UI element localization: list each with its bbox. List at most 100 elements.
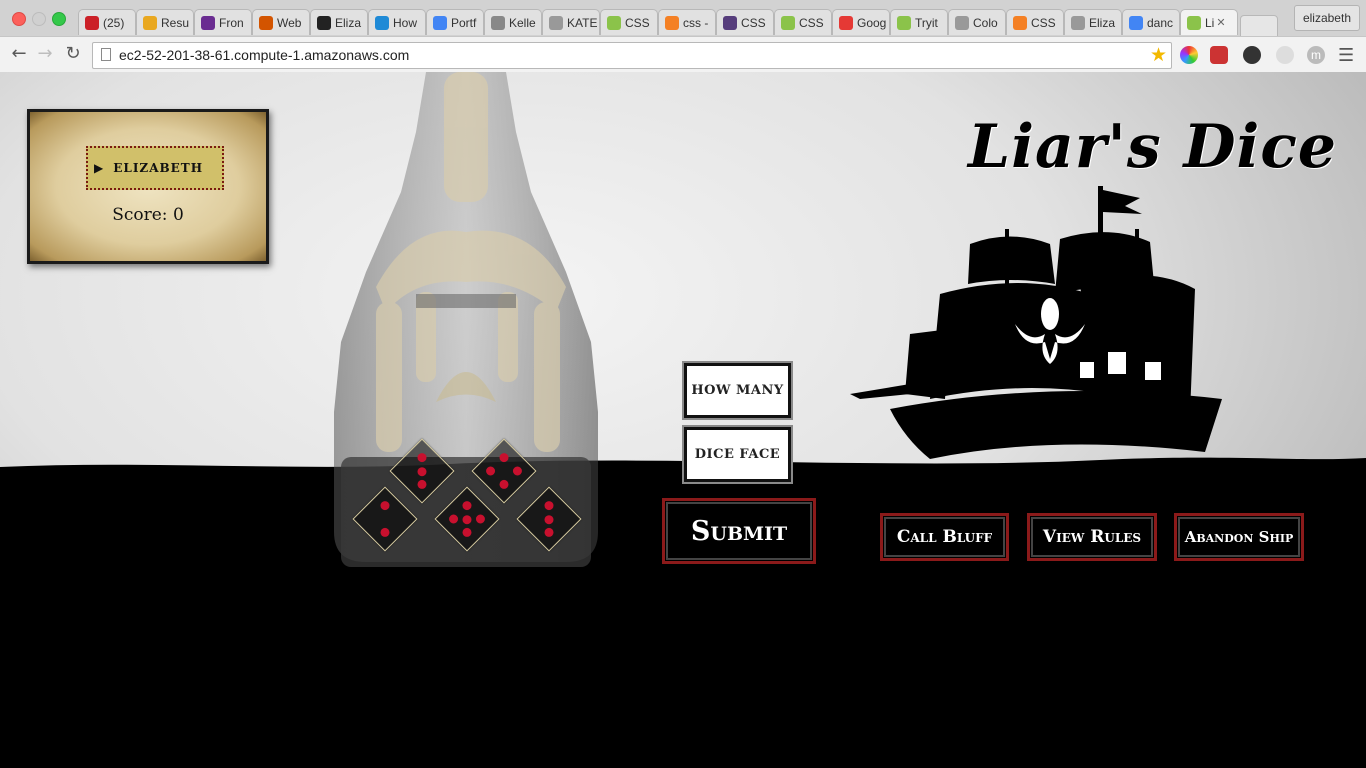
die-pip xyxy=(460,499,474,512)
tab-label: Portf xyxy=(451,15,477,30)
grid-icon xyxy=(259,15,273,30)
browser-tab[interactable]: Goog xyxy=(832,9,890,35)
browser-tab[interactable]: CSS xyxy=(1006,9,1064,35)
kr-icon xyxy=(491,15,505,30)
bus-extension-icon[interactable] xyxy=(1210,46,1228,64)
m-extension-icon[interactable]: m xyxy=(1307,46,1325,64)
die-pip xyxy=(497,451,511,464)
new-tab-button[interactable] xyxy=(1240,15,1278,37)
page-icon xyxy=(549,15,563,30)
pinterest-icon xyxy=(85,15,99,30)
tab-label: How xyxy=(393,15,418,30)
play-arrow-icon: ▶ xyxy=(94,161,104,175)
tab-label: Colo xyxy=(973,15,998,30)
browser-tab[interactable]: Fron xyxy=(194,9,252,35)
die-pip xyxy=(460,512,474,526)
browser-tab[interactable]: Portf xyxy=(426,9,484,35)
die-pip xyxy=(511,464,524,478)
tab-label: css - xyxy=(683,15,709,30)
tab-label: Web xyxy=(277,15,302,30)
avatar-extension-icon[interactable] xyxy=(1243,46,1261,64)
url-text[interactable]: ec2-52-201-38-61.compute-1.amazonaws.com xyxy=(119,43,409,68)
tab-close-icon[interactable]: ✕ xyxy=(1216,16,1225,29)
browser-tab[interactable]: CSS xyxy=(716,9,774,35)
browser-tab[interactable]: CSS xyxy=(774,9,832,35)
page-icon xyxy=(101,48,111,61)
window-close-button[interactable] xyxy=(12,12,26,26)
bookmark-star-icon[interactable]: ★ xyxy=(1150,44,1167,66)
browser-tab[interactable]: Web xyxy=(252,9,310,35)
die-pip xyxy=(378,499,392,512)
browser-toolbar: ← → ↻ ec2-52-201-38-61.compute-1.amazona… xyxy=(0,36,1366,73)
profile-button[interactable]: elizabeth xyxy=(1293,5,1360,31)
how-many-input[interactable]: HOW MANY xyxy=(682,361,793,420)
bootstrap-icon xyxy=(723,15,737,30)
sitepoint-icon xyxy=(375,15,389,30)
sync-extension-icon[interactable] xyxy=(1276,46,1294,64)
stackoverflow-icon xyxy=(665,15,679,30)
abandon-ship-button[interactable]: Abandon Ship xyxy=(1174,513,1304,561)
browser-tab[interactable]: css - xyxy=(658,9,716,35)
reload-icon[interactable]: ↻ xyxy=(62,43,84,65)
page-icon xyxy=(955,15,969,30)
browser-chrome: (25) Resu Fron Web Eliza How Portf Kelle KATE CSS… xyxy=(0,0,1366,73)
view-rules-button[interactable]: View Rules xyxy=(1027,513,1157,561)
fonts-icon xyxy=(839,15,853,30)
back-arrow-icon[interactable]: ← xyxy=(8,43,30,65)
stackoverflow-icon xyxy=(1013,15,1027,30)
leaf-icon xyxy=(1187,15,1201,30)
game-title: Liar's Dice xyxy=(968,112,1338,182)
browser-tab[interactable]: Eliza xyxy=(1064,9,1122,35)
player-score: Score: 0 xyxy=(112,205,184,225)
tab-label: Tryit xyxy=(915,15,938,30)
window-minimize-button[interactable] xyxy=(32,12,46,26)
tab-strip: (25) Resu Fron Web Eliza How Portf Kelle KATE CSS… xyxy=(0,0,1366,37)
google-icon xyxy=(1129,15,1143,30)
browser-tab[interactable]: Li ✕ xyxy=(1180,9,1238,35)
browser-tab[interactable]: Colo xyxy=(948,9,1006,35)
browser-tab[interactable]: danc xyxy=(1122,9,1180,35)
tab-label: Eliza xyxy=(1089,15,1116,30)
color-picker-extension-icon[interactable] xyxy=(1180,46,1198,64)
die-pip xyxy=(378,526,392,539)
die-pip xyxy=(460,526,474,539)
die-pip xyxy=(542,512,556,526)
forward-arrow-icon[interactable]: → xyxy=(34,43,56,65)
tab-label: Eliza xyxy=(335,15,362,30)
tab-label: Fron xyxy=(219,15,244,30)
browser-tab[interactable]: Resu xyxy=(136,9,194,35)
die-pip xyxy=(497,478,511,491)
browser-tabs: (25) Resu Fron Web Eliza How Portf Kelle KATE CSS… xyxy=(78,9,1278,37)
die-pip xyxy=(415,478,429,491)
tab-label: KATE xyxy=(567,15,598,30)
die-pip xyxy=(542,499,556,512)
browser-tab[interactable]: Tryit xyxy=(890,9,948,35)
die-pip xyxy=(447,512,460,526)
player-name: ELIZABETH xyxy=(113,161,204,175)
tab-label: CSS xyxy=(1031,15,1056,30)
call-bluff-button[interactable]: Call Bluff xyxy=(880,513,1009,561)
die-pip xyxy=(542,526,556,539)
github-icon xyxy=(317,15,331,30)
w3-icon xyxy=(897,15,911,30)
peace-icon xyxy=(201,15,215,30)
menu-icon[interactable]: ☰ xyxy=(1338,45,1354,66)
browser-tab[interactable]: Kelle xyxy=(484,9,542,35)
submit-button[interactable]: Submit xyxy=(662,498,816,564)
window-maximize-button[interactable] xyxy=(52,12,66,26)
tab-label: CSS xyxy=(741,15,766,30)
die-pip xyxy=(484,464,497,478)
address-bar[interactable]: ec2-52-201-38-61.compute-1.amazonaws.com… xyxy=(92,42,1172,69)
tab-label: Li xyxy=(1205,15,1215,30)
browser-tab[interactable]: How xyxy=(368,9,426,35)
tab-label: CSS xyxy=(625,15,650,30)
browser-tab[interactable]: CSS xyxy=(600,9,658,35)
tab-label: danc xyxy=(1147,15,1174,30)
slack-icon xyxy=(143,15,157,30)
dice-face-input[interactable]: DICE FACE xyxy=(682,425,793,484)
browser-tab[interactable]: Eliza xyxy=(310,9,368,35)
player-card: ▶ ELIZABETH Score: 0 xyxy=(27,109,269,264)
browser-tab[interactable]: KATE xyxy=(542,9,600,35)
pirate-ship-icon xyxy=(850,186,1222,459)
browser-tab[interactable]: (25) xyxy=(78,9,136,35)
